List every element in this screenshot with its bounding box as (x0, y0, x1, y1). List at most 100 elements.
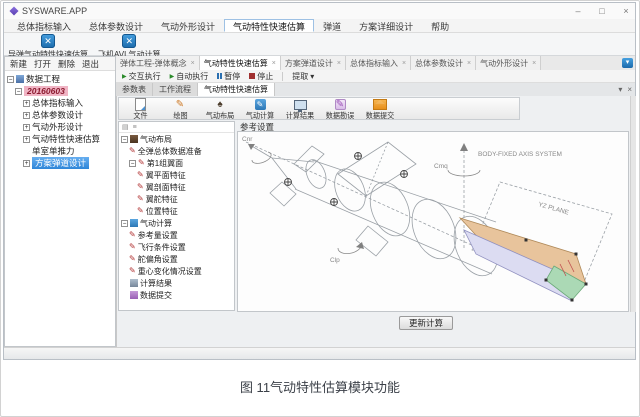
interactive-run-button[interactable]: ▶ 交互执行 (122, 71, 161, 82)
wf-node-reference[interactable]: ✎ 参考量设置 (129, 229, 234, 241)
expander-icon[interactable]: + (23, 136, 30, 143)
expander-icon[interactable]: + (23, 112, 30, 119)
wf-node-submit[interactable]: 数据提交 (121, 289, 234, 301)
new-button[interactable]: 新建 (10, 58, 27, 70)
vertical-scrollbar[interactable] (630, 96, 636, 312)
file-icon (135, 98, 146, 111)
moment-label-cmq: Cmq (434, 163, 448, 170)
tab-workflow[interactable]: 工作流程 (153, 83, 198, 96)
tree-node-project-20160603[interactable]: − 20160603 (15, 85, 115, 97)
tree-node-data-project-root[interactable]: − 数据工程 (7, 73, 115, 85)
doc-tab-aero-shape-design[interactable]: 气动外形设计 × (476, 56, 541, 70)
results-icon (130, 279, 138, 287)
workflow-panel-header: ▤ ≡ (119, 122, 234, 133)
tab-aero-estimation[interactable]: 气动特性快速估算 (198, 83, 275, 96)
expander-icon[interactable]: − (121, 136, 128, 143)
expander-icon[interactable]: + (23, 100, 30, 107)
tab-list-dropdown-icon[interactable]: ▾ (622, 58, 633, 68)
results-button[interactable]: 计算结果 (281, 99, 319, 121)
edit-icon: ✎ (137, 171, 144, 179)
tree-icon: ♠ (217, 100, 222, 110)
project-root-icon (16, 75, 24, 83)
menu-tab-help[interactable]: 帮助 (422, 19, 458, 32)
panel-pin-icon[interactable]: ▾ (618, 85, 622, 94)
axis-system-label: BODY-FIXED AXIS SYSTEM (478, 151, 562, 158)
expander-icon[interactable]: − (7, 76, 14, 83)
doc-tab-aero-estimation[interactable]: 气动特性快速估算 × (200, 56, 281, 70)
tab-parameter-table[interactable]: 参数表 (116, 83, 153, 96)
data-check-button[interactable]: ✎ 数据勘误 (321, 99, 359, 121)
tree-node-overall-param-design[interactable]: + 总体参数设计 (23, 109, 115, 121)
edit-icon: ✎ (129, 243, 136, 251)
edit-icon: ✎ (129, 255, 136, 263)
wf-node-flight-cond[interactable]: ✎ 飞行条件设置 (129, 241, 234, 253)
ribbon-panel: ✕ 导弹气动特性快速估算 ✕ 飞机AVL气动计算 (4, 33, 635, 56)
wf-node-fin-group-1[interactable]: − ✎ 第1组翼面 (129, 157, 234, 169)
wf-node-position[interactable]: ✎ 位置特征 (137, 205, 234, 217)
doc-tab-overall-index-input[interactable]: 总体指标输入 × (346, 56, 411, 70)
menu-tab-overall-param-design[interactable]: 总体参数设计 (80, 19, 152, 32)
chevron-down-icon: ▾ (310, 72, 314, 81)
delete-button[interactable]: 删除 (58, 58, 75, 70)
tree-node-overall-index-input[interactable]: + 总体指标输入 (23, 97, 115, 109)
doc-tab-overall-param-design[interactable]: 总体参数设计 × (411, 56, 476, 70)
wf-node-deflection[interactable]: ✎ 舵偏角设置 (129, 253, 234, 265)
menu-tab-aero-estimation[interactable]: 气动特性快速估算 (224, 19, 314, 32)
data-submit-button[interactable]: 数据提交 (361, 99, 399, 121)
doc-tab-body-project[interactable]: 弹体工程-弹体概念 × (116, 56, 200, 70)
auto-run-button[interactable]: ▶ 自动执行 (170, 71, 209, 82)
expander-icon[interactable]: − (121, 220, 128, 227)
expander-icon[interactable]: − (129, 160, 136, 167)
ribbon-tab-bar: 总体指标输入 总体参数设计 气动外形设计 气动特性快速估算 弹道 方案详细设计 … (4, 19, 635, 33)
draw-button[interactable]: ✎ 绘图 (161, 99, 199, 121)
pause-icon (217, 73, 222, 79)
close-tab-icon[interactable]: × (337, 60, 341, 67)
extract-dropdown-button[interactable]: 提取 ▾ (292, 71, 314, 82)
minimize-icon[interactable]: – (573, 6, 583, 16)
close-icon[interactable]: × (621, 6, 631, 16)
wf-node-data-prep[interactable]: ✎ 全弹总体数据准备 (129, 145, 234, 157)
app-window: SYSWARE.APP – □ × 总体指标输入 总体参数设计 气动外形设计 气… (3, 2, 636, 360)
menu-tab-detail-design[interactable]: 方案详细设计 (350, 19, 422, 32)
wf-node-aero-calc[interactable]: − 气动计算 (121, 217, 234, 229)
wf-node-control[interactable]: ✎ 翼舵特征 (137, 193, 234, 205)
open-button[interactable]: 打开 (34, 58, 51, 70)
stop-button[interactable]: 停止 (249, 71, 273, 82)
expander-icon[interactable]: + (23, 124, 30, 131)
pause-button[interactable]: 暂停 (217, 71, 240, 82)
wf-node-aero-layout[interactable]: − 气动布局 (121, 133, 234, 145)
wf-node-airfoil[interactable]: ✎ 翼剖面特征 (137, 181, 234, 193)
wf-node-planform[interactable]: ✎ 翼平面特征 (137, 169, 234, 181)
workspace-tab-bar: 参数表 工作流程 气动特性快速估算 ▾ × (116, 83, 635, 97)
exit-button[interactable]: 退出 (82, 58, 99, 70)
play-icon: ▶ (122, 73, 127, 80)
wf-node-results[interactable]: 计算结果 (121, 277, 234, 289)
grid-icon[interactable]: ▤ (122, 123, 129, 131)
list-icon[interactable]: ≡ (133, 124, 137, 131)
close-tab-icon[interactable]: × (402, 60, 406, 67)
close-tab-icon[interactable]: × (272, 60, 276, 67)
panel-close-icon[interactable]: × (627, 85, 632, 94)
expander-icon[interactable]: + (23, 160, 30, 167)
tree-node-aero-estimation[interactable]: + 气动特性快速估算 (23, 133, 115, 145)
aero-compute-button[interactable]: ✎ 气动计算 (241, 99, 279, 121)
update-calc-button[interactable]: 更新计算 (399, 316, 453, 330)
close-tab-icon[interactable]: × (532, 60, 536, 67)
tree-node-single-thrust[interactable]: 单室单推力 (23, 145, 115, 157)
doc-tab-trajectory-design[interactable]: 方案弹道设计 × (281, 56, 346, 70)
menu-tab-trajectory[interactable]: 弹道 (314, 19, 350, 32)
tree-node-trajectory-design[interactable]: + 方案弹道设计 (23, 157, 115, 169)
expander-icon[interactable]: − (15, 88, 22, 95)
maximize-icon[interactable]: □ (597, 6, 607, 16)
file-button[interactable]: 文件 (121, 99, 159, 121)
yz-plane-label: YZ PLANE (537, 201, 570, 217)
edit-icon: ✎ (129, 147, 136, 155)
close-tab-icon[interactable]: × (467, 60, 471, 67)
menu-tab-aero-shape-design[interactable]: 气动外形设计 (152, 19, 224, 32)
stop-icon (249, 73, 255, 79)
menu-tab-overall-index-input[interactable]: 总体指标输入 (8, 19, 80, 32)
aero-layout-button[interactable]: ♠ 气动布局 (201, 99, 239, 121)
close-tab-icon[interactable]: × (191, 60, 195, 67)
tree-node-aero-shape-design[interactable]: + 气动外形设计 (23, 121, 115, 133)
wf-node-cg-variation[interactable]: ✎ 重心变化情况设置 (129, 265, 234, 277)
